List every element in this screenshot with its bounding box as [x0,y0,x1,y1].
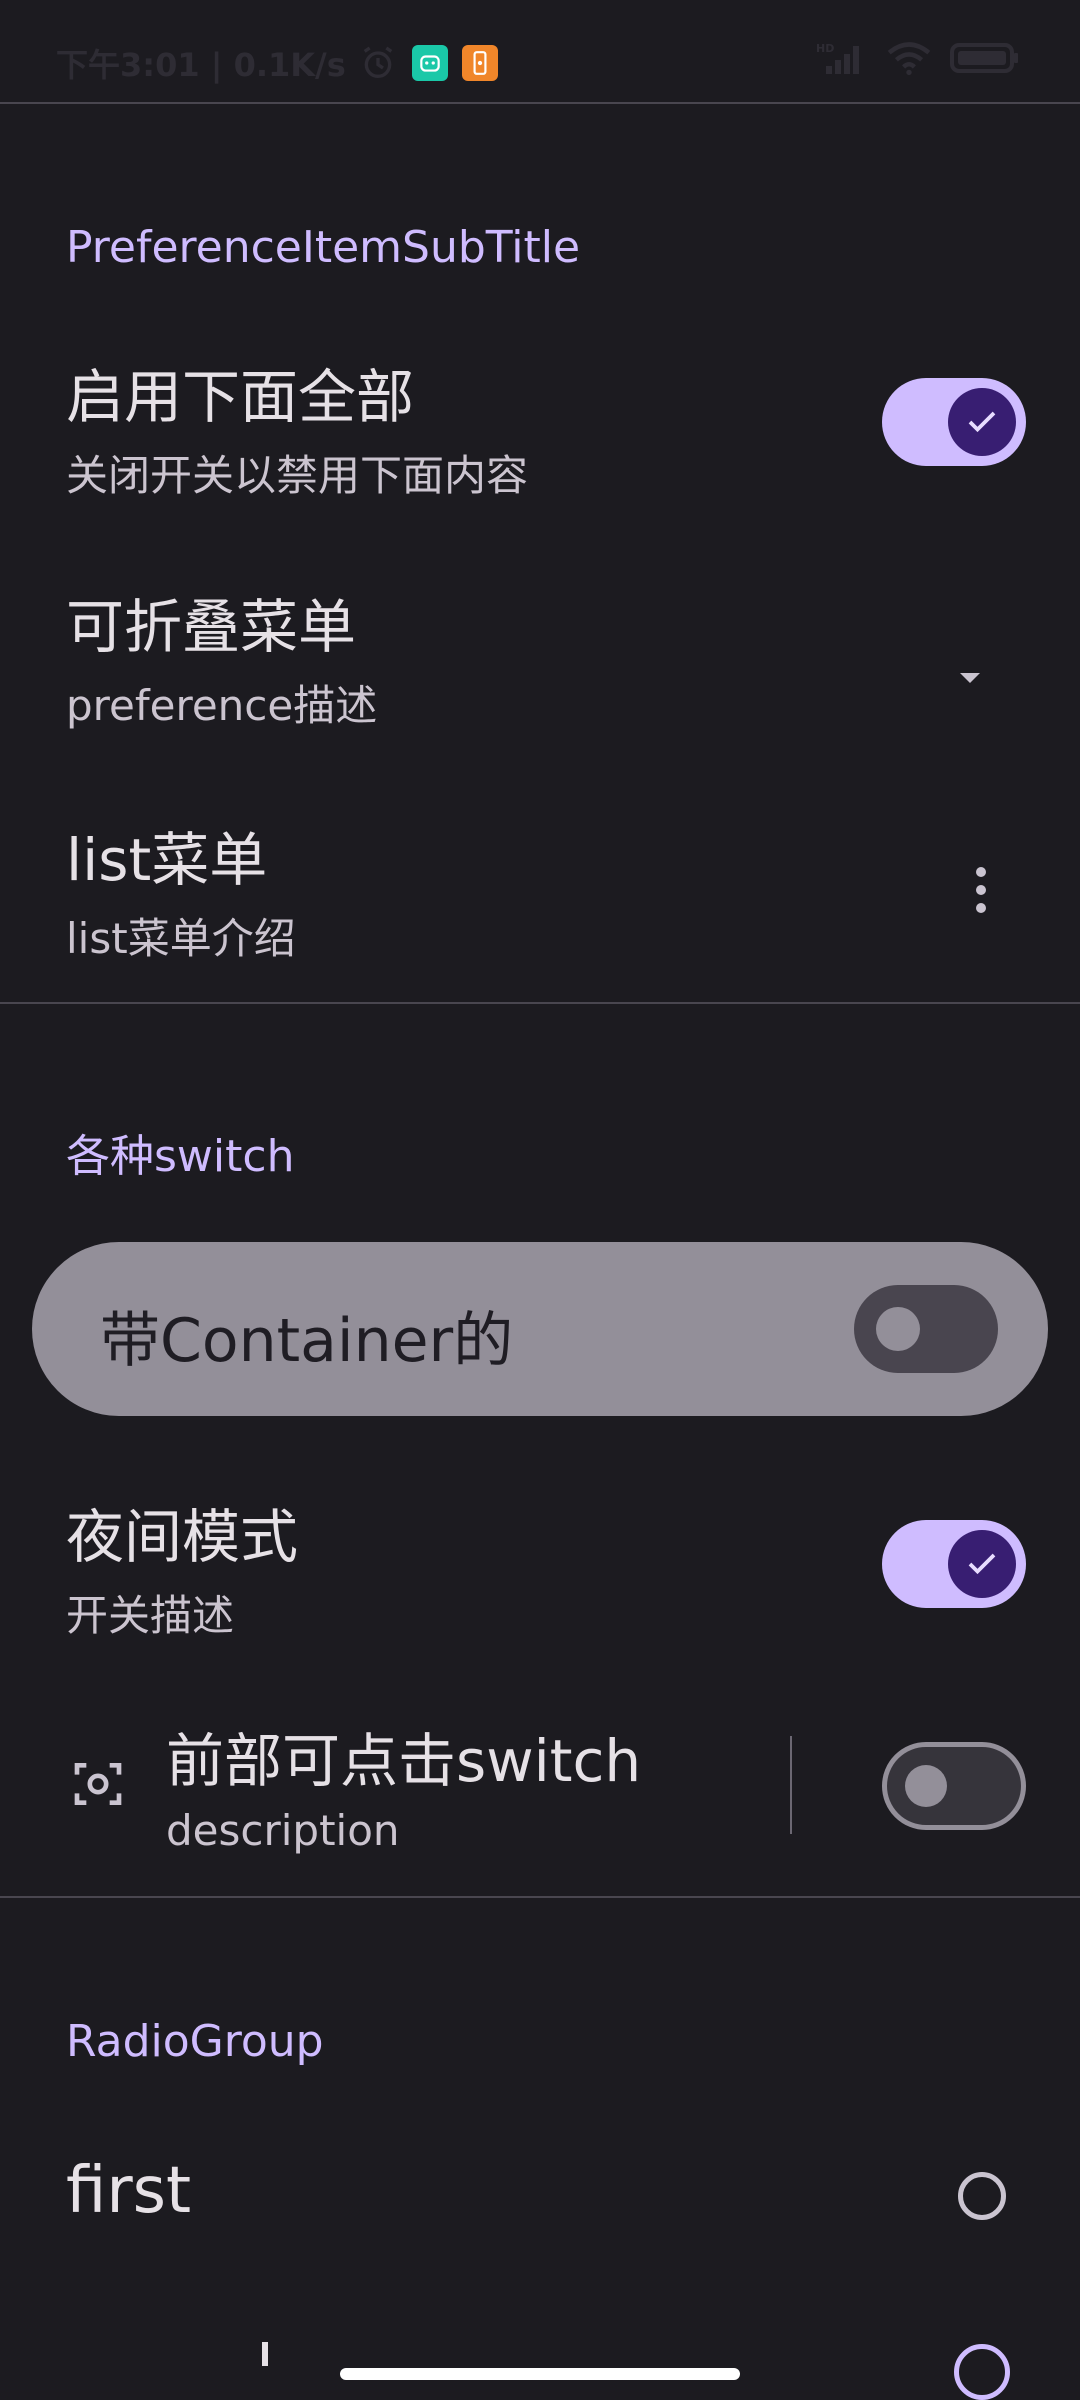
vertical-separator [790,1736,792,1834]
section-divider [0,1896,1080,1898]
status-bar: 下午3:01 | 0.1K/s HD [0,0,1080,104]
section-divider [0,1002,1080,1004]
switch-thumb [876,1307,920,1351]
alarm-icon [363,46,393,78]
enable-all-switch[interactable] [882,378,1026,466]
check-icon [968,1553,996,1575]
item-description: list菜单介绍 [66,914,296,963]
night-mode-switch[interactable] [882,1520,1026,1608]
status-time: 下午3:01 | 0.1K/s [56,46,346,84]
phone-icon [461,45,498,81]
item-title: 可折叠菜单 [66,593,357,661]
item-description: description [166,1806,400,1855]
item-title: 前部可点击switch [166,1727,642,1795]
wifi-icon [887,42,931,76]
front-clickable-switch[interactable] [882,1742,1026,1830]
radio-button[interactable] [958,2172,1006,2220]
item-title: 夜间模式 [66,1503,299,1571]
switch-thumb [948,388,1016,456]
front-clickable-switch-item[interactable]: 前部可点击switch description [0,1694,790,1894]
more-vert-icon[interactable] [971,865,991,915]
signal-icon: HD [816,42,859,74]
status-right: HD [816,40,1020,76]
radio-option-label: first [66,2154,192,2228]
status-left: 下午3:01 | 0.1K/s [56,38,498,88]
switch-thumb [948,1530,1016,1598]
battery-icon [950,43,1018,73]
collapsible-menu-item[interactable]: 可折叠菜单 preference描述 [0,560,1080,760]
home-indicator[interactable] [340,2368,740,2380]
radio-option-partial[interactable] [0,2330,1080,2400]
android-icon [411,45,448,81]
section-title-radiogroup: RadioGroup [66,2016,324,2067]
item-description: 开关描述 [66,1591,235,1640]
container-switch[interactable] [854,1285,998,1373]
item-title: 启用下面全部 [66,363,415,431]
check-icon [968,411,996,433]
switch-thumb [905,1765,947,1807]
radio-option-first[interactable]: first [0,2140,1080,2250]
radio-button-selected[interactable] [954,2344,1010,2400]
section-title-preference-subtitle: PreferenceItemSubTitle [66,222,581,273]
center-focus-icon [74,1763,122,1805]
item-title: list菜单 [66,826,268,894]
list-menu-item[interactable]: list菜单 list菜单介绍 [0,793,1080,993]
item-description: preference描述 [66,681,378,730]
enable-all-item[interactable]: 启用下面全部 关闭开关以禁用下面内容 [0,330,1080,530]
container-switch-label: 带Container的 [100,1306,514,1376]
section-title-switches: 各种switch [66,1131,295,1182]
item-description: 关闭开关以禁用下面内容 [66,451,529,500]
container-switch-item[interactable]: 带Container的 [32,1242,1048,1416]
night-mode-item[interactable]: 夜间模式 开关描述 [0,1470,1080,1670]
arrow-drop-down-icon[interactable] [950,658,990,698]
radio-option-partial-glyph [262,2342,268,2366]
svg-text:HD: HD [816,42,834,55]
